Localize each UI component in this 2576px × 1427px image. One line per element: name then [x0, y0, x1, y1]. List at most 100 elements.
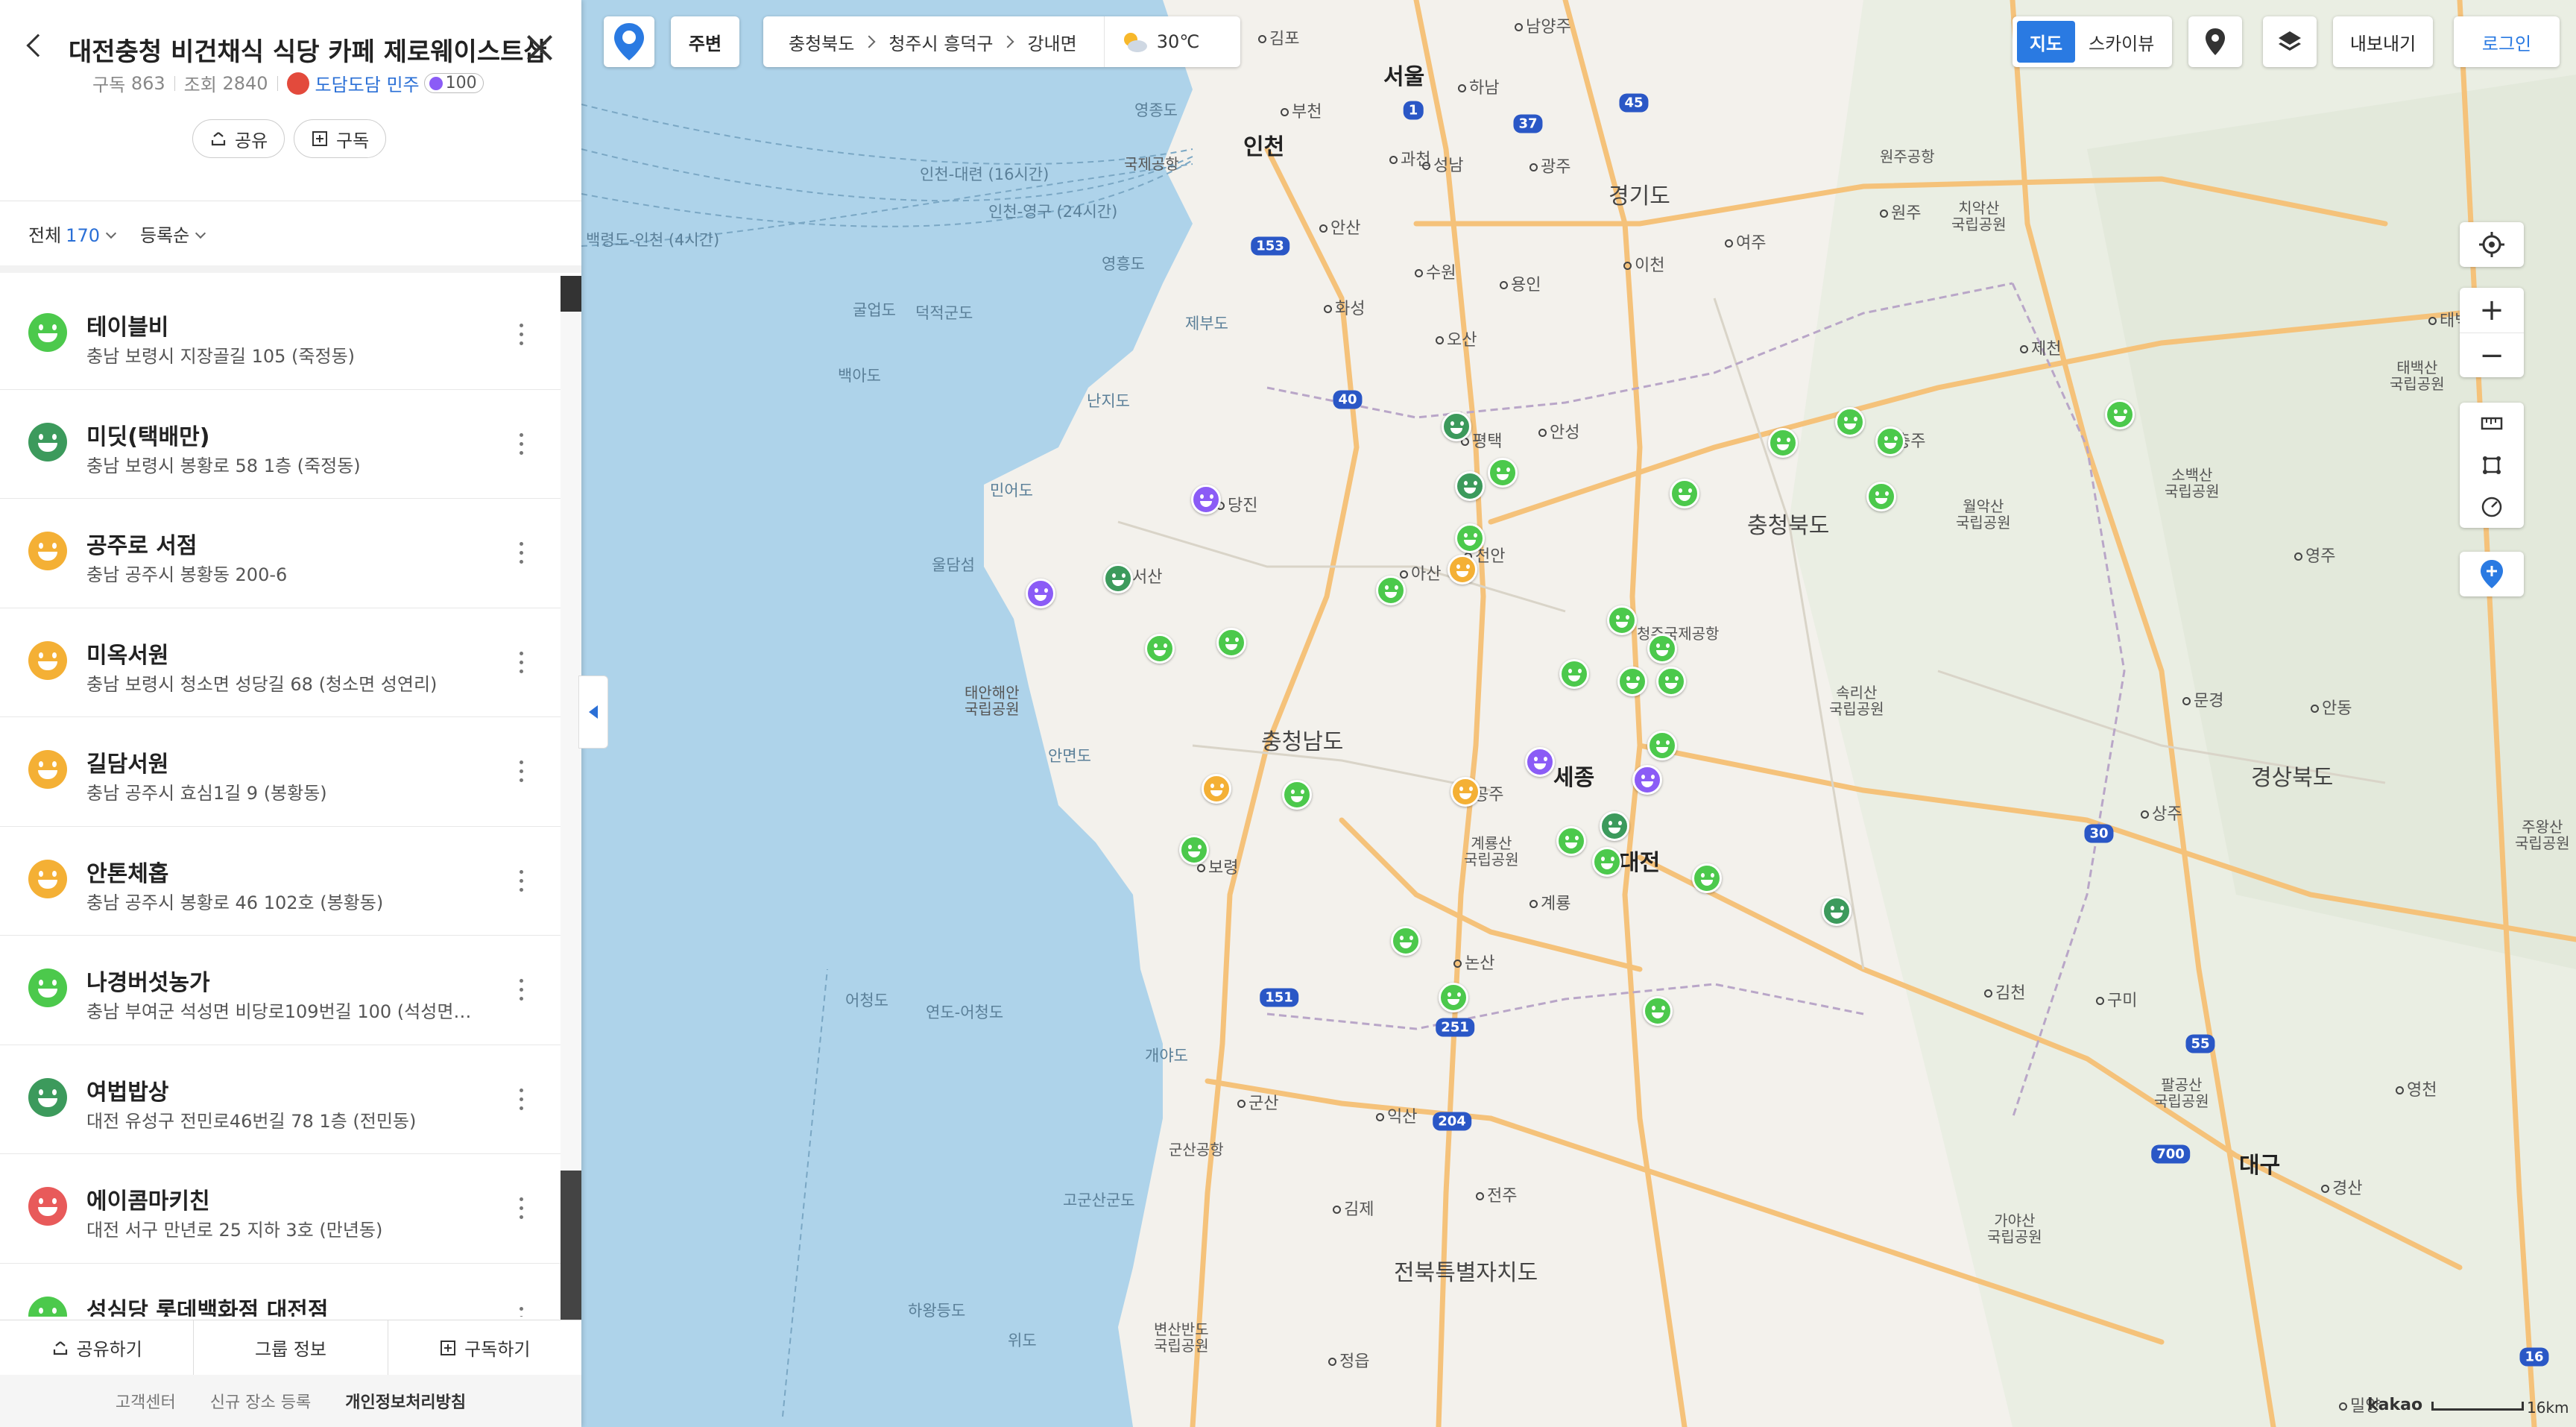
smiley-place-marker[interactable] — [1448, 555, 1477, 585]
map-tab[interactable]: 지도 — [2017, 21, 2075, 63]
add-place-button[interactable] — [2460, 552, 2524, 596]
back-arrow-icon[interactable] — [26, 34, 50, 57]
close-icon[interactable] — [525, 33, 555, 63]
my-location-button[interactable] — [2460, 222, 2524, 267]
map-place-label: 계룡 — [1530, 890, 1570, 914]
scale-bar — [2431, 1402, 2524, 1411]
map-canvas[interactable]: 서울 인천 김포 남양주 부천 하남 과천 성남 광주 경기도 원주 안산 수원 용인 이천 여주 화성 오산 제천… — [581, 0, 2576, 1427]
smiley-place-marker[interactable] — [1647, 634, 1677, 664]
more-options-icon[interactable] — [518, 432, 524, 459]
smiley-place-marker[interactable] — [1282, 780, 1312, 810]
register-place-link[interactable]: 신규 장소 등록 — [210, 1389, 311, 1413]
smiley-place-marker[interactable] — [1525, 747, 1555, 777]
place-list-item[interactable]: 미딧(택배만) 충남 보령시 봉황로 58 1층 (죽정동) — [0, 390, 561, 499]
breadcrumb-city[interactable]: 청주시 흥덕구 — [888, 29, 993, 55]
support-link[interactable]: 고객센터 — [116, 1389, 176, 1413]
smiley-place-marker[interactable] — [1026, 579, 1055, 608]
zoom-in-button[interactable]: + — [2460, 288, 2524, 333]
smiley-place-marker[interactable] — [1617, 667, 1647, 696]
smiley-place-marker[interactable] — [1875, 426, 1905, 456]
smiley-place-marker[interactable] — [1488, 458, 1518, 488]
smiley-place-marker[interactable] — [1145, 634, 1175, 664]
more-options-icon[interactable] — [518, 977, 524, 1004]
place-list-item[interactable]: 테이블비 충남 보령시 지장골길 105 (죽정동) — [0, 280, 561, 390]
smiley-place-marker[interactable] — [1450, 777, 1480, 807]
more-options-icon[interactable] — [518, 1087, 524, 1114]
smiley-place-marker[interactable] — [1202, 774, 1231, 804]
collapse-sidebar-button[interactable] — [578, 675, 608, 749]
distance-tool-button[interactable] — [2460, 403, 2524, 444]
share-action[interactable]: 공유하기 — [0, 1320, 195, 1375]
smiley-place-marker[interactable] — [1103, 564, 1133, 593]
list-scrollbar[interactable] — [561, 276, 581, 1320]
smiley-place-marker[interactable] — [1559, 659, 1589, 689]
more-options-icon[interactable] — [518, 541, 524, 567]
subscribe-action[interactable]: 구독하기 — [388, 1320, 581, 1375]
city-dot-icon — [2428, 317, 2437, 325]
radius-tool-button[interactable] — [2460, 486, 2524, 528]
place-list-item[interactable]: 안톤체홉 충남 공주시 봉황로 46 102호 (봉황동) — [0, 827, 561, 936]
smiley-place-marker[interactable] — [1692, 863, 1722, 893]
place-list-item[interactable]: 나경버섯농가 충남 부여군 석성면 비당로109번길 100 (석성면 … — [0, 936, 561, 1045]
scrollbar-thumb[interactable] — [561, 276, 581, 312]
more-options-icon[interactable] — [518, 650, 524, 677]
city-dot-icon — [1623, 262, 1632, 270]
place-list-item[interactable]: 공주로 서점 충남 공주시 봉황동 200-6 — [0, 499, 561, 608]
more-options-icon[interactable] — [518, 1305, 524, 1317]
city-dot-icon — [1237, 1100, 1246, 1108]
nearby-button[interactable]: 주변 — [671, 16, 739, 67]
more-options-icon[interactable] — [518, 322, 524, 349]
street-view-button[interactable] — [2188, 16, 2242, 67]
more-options-icon[interactable] — [518, 759, 524, 786]
place-list-item[interactable]: 성심당 롯데백화점 대전점 — [0, 1264, 561, 1317]
breadcrumb-town[interactable]: 강내면 — [1027, 29, 1076, 55]
smiley-place-marker[interactable] — [1376, 576, 1406, 605]
subscribe-button[interactable]: 구독 — [294, 119, 387, 158]
smiley-place-marker[interactable] — [1455, 523, 1485, 553]
smiley-place-marker[interactable] — [1607, 605, 1637, 635]
map-pin-button[interactable] — [604, 16, 654, 67]
map-place-label: 성남 — [1422, 152, 1463, 176]
breadcrumb-province[interactable]: 충청북도 — [789, 29, 854, 55]
layers-button[interactable] — [2263, 16, 2317, 67]
smiley-place-marker[interactable] — [1670, 479, 1699, 508]
more-options-icon[interactable] — [518, 1196, 524, 1223]
share-button[interactable]: 공유 — [192, 119, 285, 158]
author-name[interactable]: 도담도담 민주 — [315, 70, 420, 96]
zoom-out-button[interactable]: − — [2460, 333, 2524, 377]
skyview-tab[interactable]: 스카이뷰 — [2075, 21, 2168, 63]
smiley-place-marker[interactable] — [1556, 826, 1586, 856]
place-list-item[interactable]: 길담서원 충남 공주시 효심1길 9 (봉황동) — [0, 717, 561, 827]
all-filter[interactable]: 전체 170 — [28, 221, 117, 247]
smiley-place-marker[interactable] — [1822, 896, 1852, 926]
smiley-place-marker[interactable] — [1191, 485, 1221, 514]
export-button[interactable]: 내보내기 — [2333, 16, 2433, 67]
smiley-place-marker[interactable] — [1632, 765, 1662, 795]
map-place-label: 위도 — [1008, 1329, 1037, 1351]
place-list-item[interactable]: 에이콤마키친 대전 서구 만년로 25 지하 3호 (만년동) — [0, 1154, 561, 1264]
smiley-place-marker[interactable] — [1391, 926, 1421, 956]
place-list-item[interactable]: 미옥서원 충남 보령시 청소면 성당길 68 (청소면 성연리) — [0, 608, 561, 717]
place-list[interactable]: 테이블비 충남 보령시 지장골길 105 (죽정동) 미딧(택배만) 충남 보령시 봉… — [0, 280, 561, 1317]
smiley-place-marker[interactable] — [1656, 667, 1686, 696]
sort-dropdown[interactable]: 등록순 — [140, 221, 206, 247]
group-info-action[interactable]: 그룹 정보 — [194, 1320, 388, 1375]
smiley-place-marker[interactable] — [1768, 428, 1798, 458]
smiley-place-marker[interactable] — [1866, 482, 1896, 511]
smiley-place-marker[interactable] — [1592, 847, 1622, 877]
login-button[interactable]: 로그인 — [2454, 16, 2560, 67]
smiley-place-marker[interactable] — [1835, 407, 1865, 437]
smiley-place-marker[interactable] — [2105, 400, 2135, 429]
privacy-link[interactable]: 개인정보처리방침 — [345, 1389, 466, 1413]
place-list-item[interactable]: 여법밥상 대전 유성구 전민로46번길 78 1층 (전민동) — [0, 1045, 561, 1154]
smiley-place-marker[interactable] — [1216, 628, 1246, 658]
smiley-place-marker[interactable] — [1455, 471, 1485, 501]
smiley-place-marker[interactable] — [1439, 983, 1468, 1012]
smiley-place-marker[interactable] — [1179, 835, 1209, 865]
smiley-place-marker[interactable] — [1600, 811, 1629, 841]
smiley-place-marker[interactable] — [1643, 996, 1673, 1026]
smiley-place-marker[interactable] — [1442, 412, 1471, 441]
more-options-icon[interactable] — [518, 869, 524, 895]
area-tool-button[interactable] — [2460, 444, 2524, 486]
smiley-place-marker[interactable] — [1647, 731, 1677, 760]
